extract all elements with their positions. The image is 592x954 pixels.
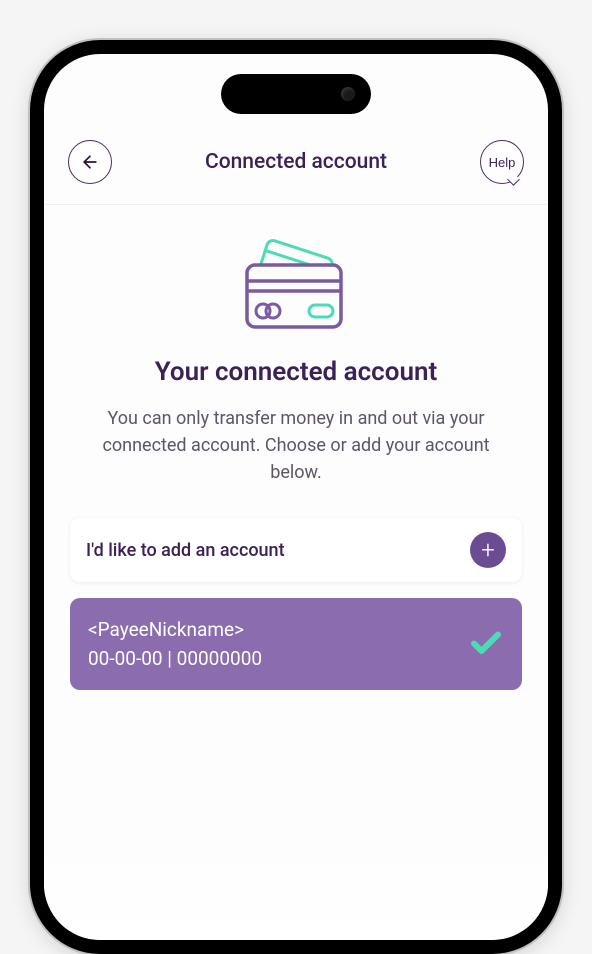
page-title: Your connected account [70, 357, 522, 387]
check-icon [468, 624, 504, 664]
account-info: <PayeeNickname> 00-00-00 | 00000000 [88, 618, 262, 670]
help-button[interactable]: Help [480, 140, 524, 184]
add-account-card[interactable]: I'd like to add an account + [70, 518, 522, 582]
wallet-cards-icon [231, 235, 361, 335]
header-bar: Connected account Help [44, 132, 548, 205]
arrow-left-icon [80, 152, 100, 172]
connected-account-card[interactable]: <PayeeNickname> 00-00-00 | 00000000 [70, 598, 522, 690]
account-details: 00-00-00 | 00000000 [88, 647, 262, 670]
help-label: Help [489, 155, 516, 170]
add-account-label: I'd like to add an account [86, 540, 285, 561]
cards-illustration [70, 235, 522, 335]
device-frame: Connected account Help [30, 40, 562, 954]
plus-icon: + [470, 532, 506, 568]
back-button[interactable] [68, 140, 112, 184]
header-title: Connected account [205, 150, 387, 174]
main-area: Your connected account You can only tran… [44, 205, 548, 736]
device-notch [221, 74, 371, 114]
screen-content: Connected account Help [44, 54, 548, 940]
page-description: You can only transfer money in and out v… [70, 405, 522, 486]
screen: Connected account Help [44, 54, 548, 940]
account-nickname: <PayeeNickname> [88, 618, 262, 641]
